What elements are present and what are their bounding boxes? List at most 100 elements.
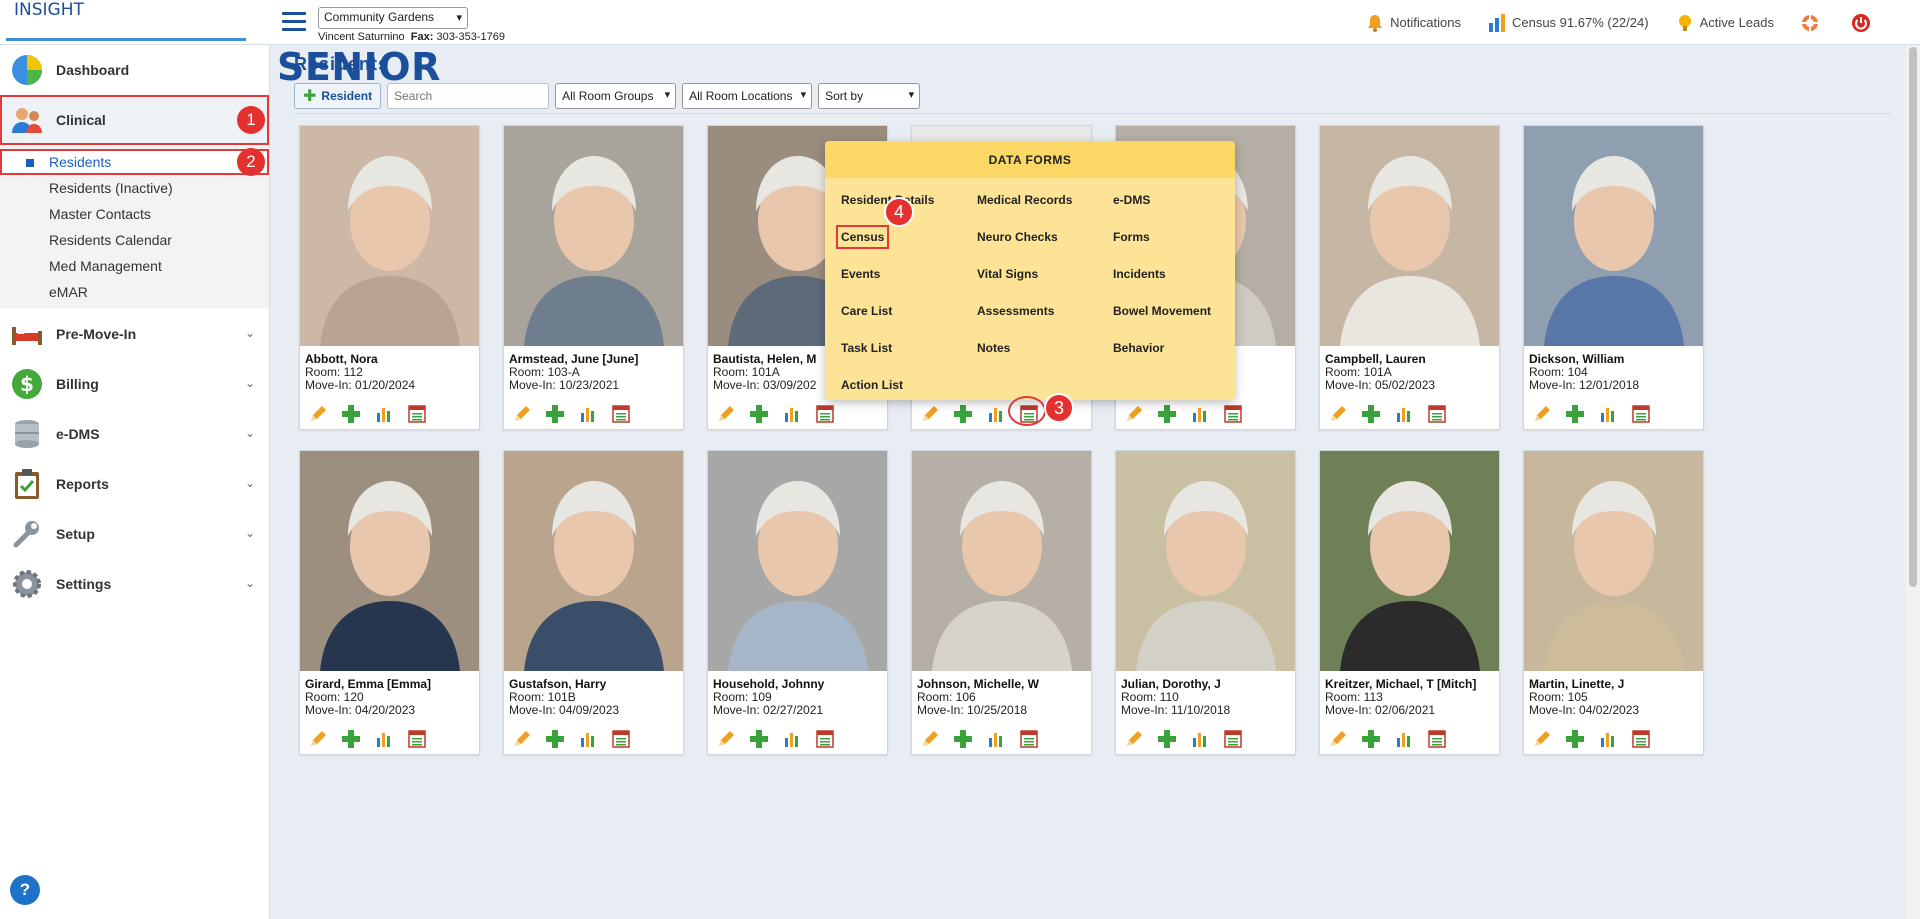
popup-link-events[interactable]: Events — [841, 263, 934, 300]
add-resident-button[interactable]: ✚ Resident — [294, 83, 382, 109]
popup-link-forms[interactable]: Forms — [1113, 226, 1211, 263]
plus-icon[interactable] — [341, 404, 361, 424]
resident-photo[interactable] — [1524, 126, 1703, 346]
resident-photo[interactable] — [708, 451, 887, 671]
data-forms-icon[interactable] — [407, 404, 427, 424]
resident-card[interactable]: Abbott, Nora Room: 112 Move-In: 01/20/20… — [299, 125, 480, 430]
data-forms-icon[interactable] — [611, 404, 631, 424]
plus-icon[interactable] — [953, 729, 973, 749]
logout-button[interactable] — [1851, 13, 1876, 33]
sidebar-item-reports[interactable]: Reports ⌄ — [0, 459, 269, 509]
pencil-icon[interactable] — [512, 404, 532, 424]
data-forms-icon[interactable] — [1019, 729, 1039, 749]
popup-link-notes[interactable]: Notes — [977, 337, 1072, 374]
data-forms-icon[interactable] — [1223, 404, 1243, 424]
chart-icon[interactable] — [1394, 404, 1414, 424]
popup-link-bowel-movement[interactable]: Bowel Movement — [1113, 300, 1211, 337]
resident-name[interactable]: Armstead, June [June] — [509, 352, 681, 366]
popup-link-medical-records[interactable]: Medical Records — [977, 189, 1072, 226]
pencil-icon[interactable] — [1532, 404, 1552, 424]
popup-link-assessments[interactable]: Assessments — [977, 300, 1072, 337]
data-forms-icon[interactable] — [1427, 729, 1447, 749]
resident-photo[interactable] — [504, 451, 683, 671]
data-forms-icon[interactable] — [611, 729, 631, 749]
resident-card[interactable]: Johnson, Michelle, W Room: 106 Move-In: … — [911, 450, 1092, 755]
resident-card[interactable]: Kreitzer, Michael, T [Mitch] Room: 113 M… — [1319, 450, 1500, 755]
chart-icon[interactable] — [1598, 729, 1618, 749]
data-forms-icon[interactable] — [1223, 729, 1243, 749]
sidebar-subitem-residents[interactable]: Residents 2 — [0, 148, 269, 176]
plus-icon[interactable] — [953, 404, 973, 424]
plus-icon[interactable] — [1157, 729, 1177, 749]
popup-link-e-dms[interactable]: e-DMS — [1113, 189, 1211, 226]
chart-icon[interactable] — [1598, 404, 1618, 424]
chart-icon[interactable] — [374, 729, 394, 749]
sidebar-item-settings[interactable]: Settings ⌄ — [0, 559, 269, 609]
facility-select[interactable]: Community Gardens ▾ — [318, 7, 468, 29]
plus-icon[interactable] — [341, 729, 361, 749]
pencil-icon[interactable] — [1532, 729, 1552, 749]
plus-icon[interactable] — [1565, 729, 1585, 749]
data-forms-icon[interactable] — [407, 729, 427, 749]
pencil-icon[interactable] — [308, 404, 328, 424]
plus-icon[interactable] — [1157, 404, 1177, 424]
resident-photo[interactable] — [1116, 451, 1295, 671]
popup-link-neuro-checks[interactable]: Neuro Checks — [977, 226, 1072, 263]
sort-by-select[interactable]: Sort by ▾ — [818, 83, 921, 109]
plus-icon[interactable] — [545, 404, 565, 424]
chart-icon[interactable] — [1190, 729, 1210, 749]
resident-photo[interactable] — [1524, 451, 1703, 671]
search-input[interactable] — [387, 83, 550, 109]
plus-icon[interactable] — [749, 404, 769, 424]
plus-icon[interactable] — [1565, 404, 1585, 424]
resident-photo[interactable] — [1320, 451, 1499, 671]
data-forms-icon[interactable] — [1631, 729, 1651, 749]
pencil-icon[interactable] — [1124, 729, 1144, 749]
plus-icon[interactable] — [1361, 404, 1381, 424]
popup-link-incidents[interactable]: Incidents — [1113, 263, 1211, 300]
sidebar-subitem-master-contacts[interactable]: Master Contacts — [0, 201, 269, 227]
data-forms-icon[interactable] — [1631, 404, 1651, 424]
sidebar-item-setup[interactable]: Setup ⌄ — [0, 509, 269, 559]
support-button[interactable] — [1800, 13, 1825, 33]
data-forms-icon[interactable] — [1427, 404, 1447, 424]
sidebar-item-billing[interactable]: $ Billing ⌄ — [0, 359, 269, 409]
pencil-icon[interactable] — [920, 729, 940, 749]
resident-card[interactable]: Julian, Dorothy, J Room: 110 Move-In: 11… — [1115, 450, 1296, 755]
chart-icon[interactable] — [578, 729, 598, 749]
chart-icon[interactable] — [782, 404, 802, 424]
pencil-icon[interactable] — [716, 729, 736, 749]
notifications-link[interactable]: Notifications — [1365, 13, 1461, 33]
chart-icon[interactable] — [578, 404, 598, 424]
chart-icon[interactable] — [782, 729, 802, 749]
room-locations-select[interactable]: All Room Locations ▾ — [682, 83, 813, 109]
pencil-icon[interactable] — [1124, 404, 1144, 424]
popup-link-action-list[interactable]: Action List — [841, 374, 934, 411]
chart-icon[interactable] — [1190, 404, 1210, 424]
resident-card[interactable]: Armstead, June [June] Room: 103-A Move-I… — [503, 125, 684, 430]
resident-name[interactable]: Dickson, William — [1529, 352, 1701, 366]
data-forms-icon[interactable] — [815, 729, 835, 749]
resident-name[interactable]: Julian, Dorothy, J — [1121, 677, 1293, 691]
popup-link-care-list[interactable]: Care List — [841, 300, 934, 337]
resident-photo[interactable] — [504, 126, 683, 346]
resident-card[interactable]: Campbell, Lauren Room: 101A Move-In: 05/… — [1319, 125, 1500, 430]
active-leads-link[interactable]: Active Leads — [1675, 13, 1774, 33]
census-link[interactable]: Census 91.67% (22/24) — [1487, 13, 1649, 33]
resident-name[interactable]: Gustafson, Harry — [509, 677, 681, 691]
sidebar-subitem-residents-calendar[interactable]: Residents Calendar — [0, 227, 269, 253]
resident-name[interactable]: Household, Johnny — [713, 677, 885, 691]
popup-link-vital-signs[interactable]: Vital Signs — [977, 263, 1072, 300]
sidebar-subitem-med-management[interactable]: Med Management — [0, 253, 269, 279]
resident-name[interactable]: Martin, Linette, J — [1529, 677, 1701, 691]
resident-photo[interactable] — [1320, 126, 1499, 346]
plus-icon[interactable] — [749, 729, 769, 749]
pencil-icon[interactable] — [308, 729, 328, 749]
popup-link-task-list[interactable]: Task List — [841, 337, 934, 374]
resident-card[interactable]: Dickson, William Room: 104 Move-In: 12/0… — [1523, 125, 1704, 430]
resident-name[interactable]: Girard, Emma [Emma] — [305, 677, 477, 691]
chart-icon[interactable] — [986, 404, 1006, 424]
resident-name[interactable]: Johnson, Michelle, W — [917, 677, 1089, 691]
sidebar-item-dashboard[interactable]: Dashboard — [0, 45, 269, 95]
sidebar-subitem-emar[interactable]: eMAR — [0, 279, 269, 305]
